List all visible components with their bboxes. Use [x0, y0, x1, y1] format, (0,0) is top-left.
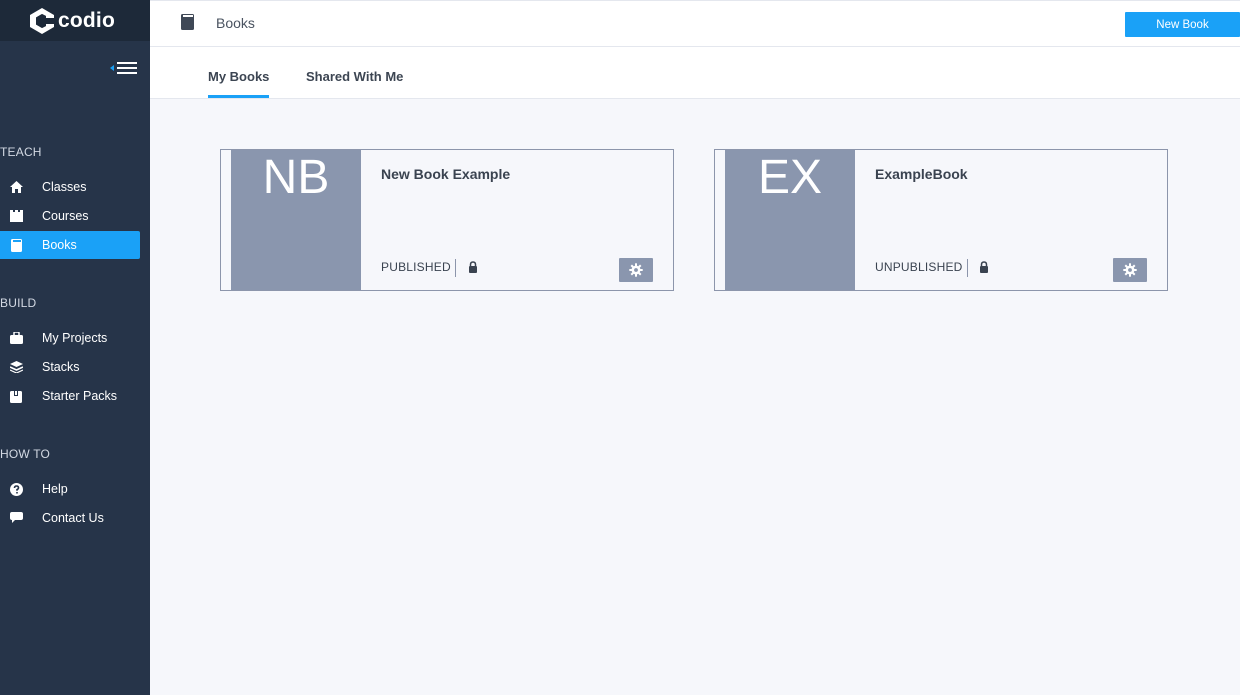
codio-logo-icon — [30, 7, 54, 34]
sidebar-item-label: Courses — [42, 209, 89, 223]
book-card[interactable]: EX ExampleBook UNPUBLISHED — [714, 149, 1168, 291]
logo[interactable]: codio — [0, 0, 150, 41]
sidebar: codio TEACH Classes Courses Books BUILD … — [0, 0, 150, 695]
sidebar-item-label: Starter Packs — [42, 389, 118, 403]
lock-icon — [469, 261, 477, 273]
book-icon — [9, 238, 23, 252]
book-status: PUBLISHED — [381, 260, 451, 274]
page-title: Books — [216, 15, 255, 31]
castle-icon — [9, 209, 23, 223]
book-cover[interactable]: NB — [231, 150, 361, 290]
new-book-button[interactable]: New Book — [1125, 12, 1240, 37]
sidebar-item-courses[interactable]: Courses — [0, 202, 140, 230]
tab-bar: My Books Shared With Me — [150, 47, 1240, 99]
tab-my-books[interactable]: My Books — [208, 69, 270, 98]
section-title-teach: TEACH — [0, 145, 42, 159]
book-settings-button[interactable] — [619, 258, 653, 282]
chat-bubble-icon — [9, 511, 23, 525]
gear-icon — [629, 263, 643, 277]
sidebar-item-label: Books — [42, 238, 77, 252]
book-settings-button[interactable] — [1113, 258, 1147, 282]
section-title-build: BUILD — [0, 296, 37, 310]
divider — [455, 259, 456, 277]
sidebar-item-books[interactable]: Books — [0, 231, 140, 259]
package-icon — [9, 389, 23, 403]
question-icon — [9, 482, 23, 496]
section-title-how-to: HOW TO — [0, 447, 51, 461]
sidebar-item-label: Contact Us — [42, 511, 104, 525]
sidebar-item-label: Classes — [42, 180, 87, 194]
sidebar-item-classes[interactable]: Classes — [0, 173, 140, 201]
book-title[interactable]: ExampleBook — [875, 166, 968, 182]
collapse-sidebar-icon[interactable] — [110, 60, 138, 76]
lock-icon — [980, 261, 988, 273]
book-card[interactable]: NB New Book Example PUBLISHED — [220, 149, 674, 291]
divider — [967, 259, 968, 277]
book-icon — [181, 14, 194, 30]
book-cover[interactable]: EX — [725, 150, 855, 290]
tab-shared-with-me[interactable]: Shared With Me — [306, 69, 403, 98]
sidebar-item-label: Stacks — [42, 360, 80, 374]
sidebar-item-stacks[interactable]: Stacks — [0, 353, 140, 381]
book-status: UNPUBLISHED — [875, 260, 963, 274]
sidebar-item-label: My Projects — [42, 331, 108, 345]
layers-icon — [9, 360, 23, 374]
sidebar-item-label: Help — [42, 482, 68, 496]
briefcase-icon — [9, 331, 23, 345]
home-icon — [9, 180, 23, 194]
book-title[interactable]: New Book Example — [381, 166, 510, 182]
sidebar-item-contact-us[interactable]: Contact Us — [0, 504, 140, 532]
page-header: Books New Book — [150, 0, 1240, 47]
sidebar-item-my-projects[interactable]: My Projects — [0, 324, 140, 352]
gear-icon — [1123, 263, 1137, 277]
logo-text: codio — [58, 8, 115, 32]
sidebar-item-starter-packs[interactable]: Starter Packs — [0, 382, 140, 410]
sidebar-item-help[interactable]: Help — [0, 475, 140, 503]
